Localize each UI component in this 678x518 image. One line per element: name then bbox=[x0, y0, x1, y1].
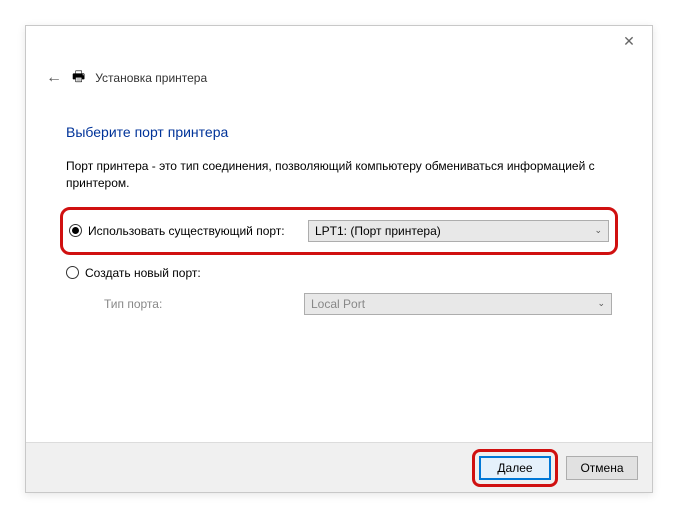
label-create-new[interactable]: Создать новый порт: bbox=[85, 266, 305, 280]
select-existing-port[interactable]: LPT1: (Порт принтера) ⌄ bbox=[308, 220, 609, 242]
select-port-type: Local Port ⌄ bbox=[304, 293, 612, 315]
radio-create-new[interactable] bbox=[66, 266, 79, 279]
button-bar: Далее Отмена bbox=[26, 442, 652, 492]
label-port-type: Тип порта: bbox=[104, 297, 304, 311]
option-use-existing: Использовать существующий порт: LPT1: (П… bbox=[69, 215, 609, 247]
cancel-button-label: Отмена bbox=[580, 461, 623, 475]
option-create-new: Создать новый порт: bbox=[66, 261, 612, 285]
cancel-button[interactable]: Отмена bbox=[566, 456, 638, 480]
titlebar: ✕ bbox=[26, 26, 652, 56]
header-row: ← 🖶 Установка принтера bbox=[26, 56, 652, 94]
highlight-next-button: Далее bbox=[472, 449, 558, 487]
select-existing-port-value: LPT1: (Порт принтера) bbox=[315, 224, 441, 238]
select-port-type-value: Local Port bbox=[311, 297, 365, 311]
back-arrow-icon[interactable]: ← bbox=[46, 69, 62, 87]
port-type-row: Тип порта: Local Port ⌄ bbox=[66, 293, 612, 315]
page-title: Выберите порт принтера bbox=[66, 124, 612, 140]
printer-icon: 🖶 bbox=[72, 66, 85, 90]
page-description: Порт принтера - это тип соединения, позв… bbox=[66, 158, 612, 192]
close-icon[interactable]: ✕ bbox=[614, 29, 644, 53]
highlight-existing-port: Использовать существующий порт: LPT1: (П… bbox=[60, 207, 618, 255]
chevron-down-icon: ⌄ bbox=[597, 298, 605, 309]
chevron-down-icon: ⌄ bbox=[594, 225, 602, 236]
next-button-label: Далее bbox=[497, 461, 532, 475]
content-area: Выберите порт принтера Порт принтера - э… bbox=[26, 94, 652, 315]
next-button[interactable]: Далее bbox=[479, 456, 551, 480]
label-use-existing[interactable]: Использовать существующий порт: bbox=[88, 224, 308, 238]
wizard-window: ✕ ← 🖶 Установка принтера Выберите порт п… bbox=[25, 25, 653, 493]
breadcrumb: Установка принтера bbox=[95, 71, 207, 85]
radio-use-existing[interactable] bbox=[69, 224, 82, 237]
